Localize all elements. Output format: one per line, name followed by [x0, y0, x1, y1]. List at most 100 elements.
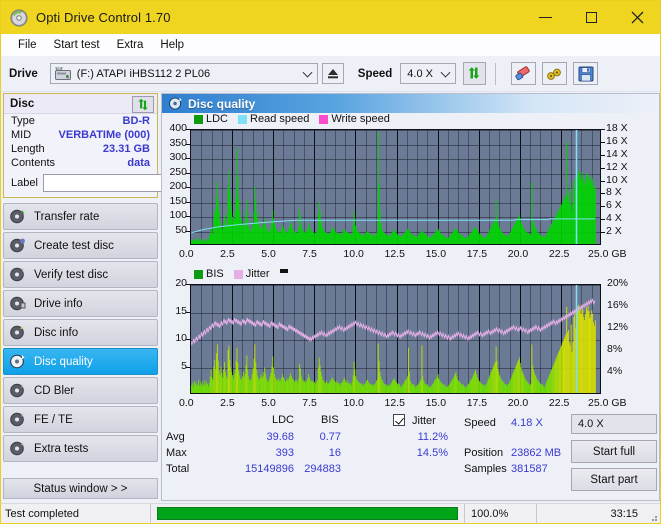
- axis-tick: [186, 311, 190, 313]
- axis-tick: [186, 366, 190, 368]
- stats-avg-jitter: 11.2%: [417, 431, 448, 443]
- sidebar-item-create-test-disc[interactable]: Create test disc: [3, 232, 158, 259]
- save-button[interactable]: [573, 62, 599, 85]
- sidebar-item-label: Disc quality: [34, 355, 93, 368]
- disc-row-mid: MID VERBATIMe (000): [4, 128, 157, 142]
- disc-info-panel: Disc Type BD-R MID VERBATIMe (000) Lengt…: [3, 93, 248, 198]
- disc-key: MID: [11, 129, 32, 141]
- menu-start-test[interactable]: Start test: [46, 36, 109, 54]
- sidebar-item-cd-bler[interactable]: CD Bler: [3, 377, 158, 404]
- eject-button[interactable]: [321, 63, 344, 84]
- sidebar-item-drive-info[interactable]: Drive info: [3, 290, 158, 317]
- stats-row-label-avg: Avg: [166, 431, 185, 443]
- disc-info-icon: [9, 324, 26, 341]
- bis-x-tick-label: 12.5: [384, 397, 405, 409]
- elapsed-time: 33:15: [536, 503, 646, 524]
- panel-header: Disc quality: [162, 94, 659, 113]
- stats-row-label-max: Max: [166, 447, 187, 459]
- start-part-button[interactable]: Start part: [571, 468, 657, 491]
- axis-tick: [186, 187, 190, 188]
- maximize-button[interactable]: [568, 1, 614, 34]
- bis-y-tick-label: 20: [175, 277, 187, 289]
- sidebar-item-label: Extra tests: [34, 442, 89, 455]
- ldc-y-tick-label: 50: [175, 223, 187, 236]
- disc-panel-title: Disc: [10, 97, 35, 110]
- bis-x-tick-label: 2.5: [220, 397, 235, 409]
- ldc-x-tick-label: 17.5: [466, 248, 488, 260]
- refresh-button[interactable]: [463, 62, 487, 85]
- disc-value: 23.31 GB: [102, 143, 150, 155]
- sidebar-item-fe-te[interactable]: FE / TE: [3, 406, 158, 433]
- axis-tick: [601, 129, 605, 130]
- jitter-checkbox[interactable]: [393, 414, 405, 426]
- sidebar-item-label: FE / TE: [34, 413, 73, 426]
- resize-grip-icon[interactable]: [646, 504, 660, 524]
- ldc-x-tick-label: 22.5: [548, 248, 570, 260]
- close-button[interactable]: [614, 1, 660, 34]
- legend-item-read-speed: Read speed: [238, 113, 309, 125]
- ldc-y-tick-label: 250: [169, 165, 187, 178]
- bis-x-tick-label: 7.5: [302, 397, 317, 409]
- legend-item-bis: BIS: [194, 268, 224, 280]
- stats-max-jitter: 14.5%: [416, 447, 448, 459]
- application-window: Opti Drive Control 1.70 File Start test …: [0, 0, 661, 524]
- speed-label: Speed: [357, 67, 393, 80]
- save-icon: [578, 66, 594, 81]
- erase-button[interactable]: [511, 62, 537, 85]
- drive-info-icon: [9, 295, 26, 312]
- menu-file[interactable]: File: [10, 36, 46, 54]
- drive-icon: [54, 64, 71, 82]
- tools-button[interactable]: [542, 62, 568, 85]
- bis-x-tick-label: 25.0 GB: [588, 397, 627, 409]
- disc-quality-icon: [9, 353, 26, 370]
- toolbar: Drive (F:) ATAPI iHBS112 2 PL06 Speed 4.…: [1, 56, 660, 92]
- disc-value: BD-R: [122, 115, 151, 127]
- minimize-button[interactable]: [522, 1, 568, 34]
- menu-help[interactable]: Help: [152, 36, 193, 54]
- ldc-x-tick-label: 10.0: [343, 248, 364, 260]
- sidebar-item-extra-tests[interactable]: Extra tests: [3, 435, 158, 462]
- result-speed-select[interactable]: 4.0 X: [571, 414, 657, 434]
- ldc-plot-area: [190, 129, 601, 245]
- tools-icon: [547, 68, 562, 80]
- stats-header-ldc: LDC: [272, 414, 295, 426]
- bis-x-tick-label: 0.0: [179, 397, 194, 409]
- ldc-y-tick-label: 150: [169, 194, 187, 207]
- disc-refresh-button[interactable]: [132, 96, 154, 113]
- sidebar-item-disc-info[interactable]: Disc info: [3, 319, 158, 346]
- bis-y-tick-label: 10: [175, 332, 187, 344]
- ldc-y2-tick-label: 12 X: [606, 160, 628, 173]
- axis-tick: [601, 206, 605, 208]
- statistics-panel: LDC BIS Jitter Avg 39.68 0.77 11.2% Max …: [166, 412, 658, 498]
- toolbar-separator: [495, 62, 497, 85]
- sidebar-item-label: Verify test disc: [34, 268, 109, 281]
- sidebar-item-disc-quality[interactable]: Disc quality: [3, 348, 158, 375]
- axis-tick: [601, 232, 605, 234]
- refresh-icon: [468, 67, 480, 79]
- bis-x-tick-label: 20.0: [507, 397, 529, 409]
- content-area: Disc Type BD-R MID VERBATIMe (000) Lengt…: [1, 93, 661, 503]
- title-bar: Opti Drive Control 1.70: [1, 1, 660, 34]
- menu-extra[interactable]: Extra: [109, 36, 153, 54]
- refresh-icon: [137, 98, 148, 111]
- sidebar-item-label: Disc info: [34, 326, 79, 339]
- legend-swatch: [233, 269, 243, 279]
- speed-select[interactable]: 4.0 X: [400, 63, 457, 84]
- sidebar-nav: Transfer rate Create test disc Verify te…: [3, 203, 158, 462]
- stats-total-bis: 294883: [304, 463, 341, 475]
- disc-test-icon: [9, 208, 26, 225]
- axis-tick: [186, 201, 190, 203]
- legend-swatch: [319, 114, 329, 124]
- sidebar-item-transfer-rate[interactable]: Transfer rate: [3, 203, 158, 230]
- ldc-y2-tick-label: 6 X: [606, 199, 622, 212]
- disc-quality-icon: [168, 96, 183, 111]
- progress-percent: 100.0%: [464, 503, 536, 524]
- status-window-button[interactable]: Status window > >: [3, 478, 158, 499]
- disc-key: Length: [11, 143, 45, 155]
- drive-select[interactable]: (F:) ATAPI iHBS112 2 PL06: [49, 63, 318, 84]
- app-disc-icon: [10, 9, 28, 27]
- start-full-button[interactable]: Start full: [571, 440, 657, 463]
- sidebar-item-verify-test-disc[interactable]: Verify test disc: [3, 261, 158, 288]
- chevron-down-icon: [302, 67, 313, 78]
- extra-tests-icon: [9, 440, 26, 457]
